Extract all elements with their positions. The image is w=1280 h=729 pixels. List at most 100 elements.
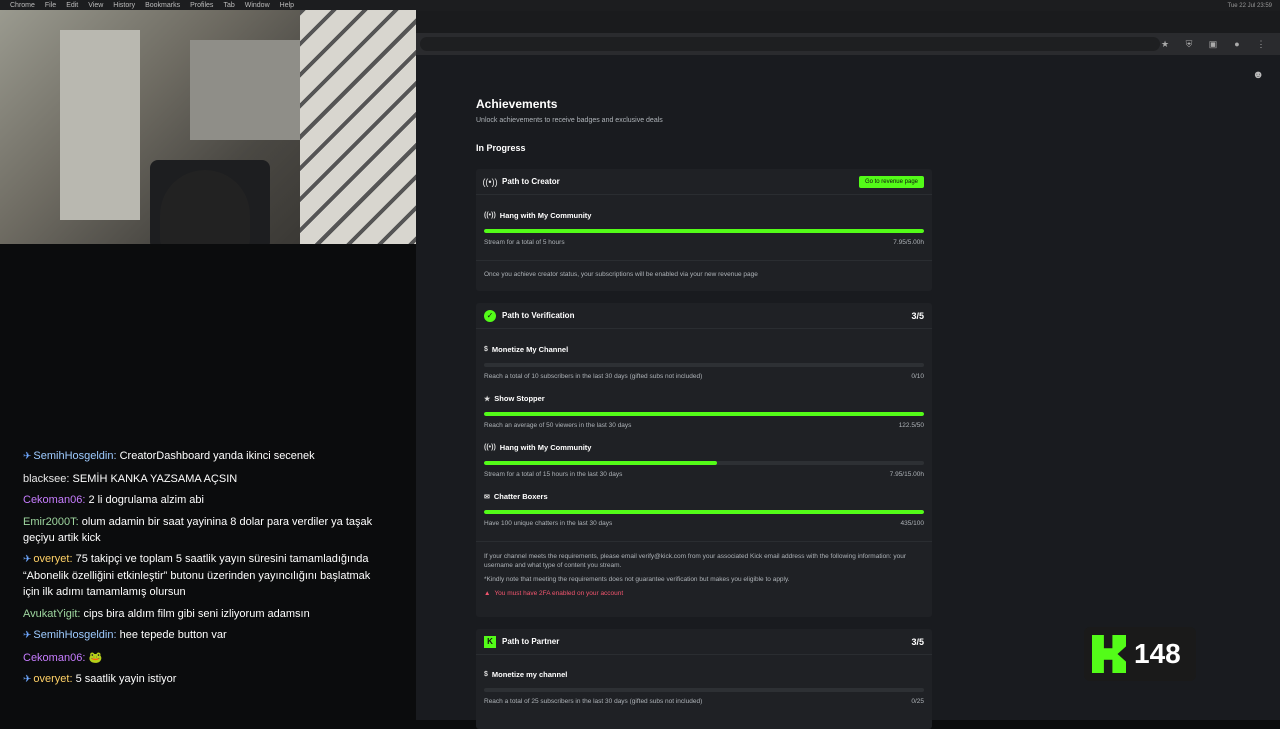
chat-text: 2 li dogrulama alzim abi	[88, 494, 204, 506]
page-subtitle: Unlock achievements to receive badges an…	[476, 117, 663, 124]
card-header: ✓ Path to Verification 3/5	[476, 303, 932, 329]
progress-bar	[484, 510, 924, 514]
viewer-count: 148	[1134, 638, 1181, 669]
star-icon: ★	[484, 395, 491, 403]
verification-disclaimer: *Kindly note that meeting the requiremen…	[484, 576, 790, 583]
chat-username: blacksee:	[23, 472, 70, 485]
chat-messages: ✈ SemihHosgeldin: CreatorDashboard yanda …	[23, 448, 373, 694]
chat-message: Cekoman06: 🐸	[23, 650, 373, 666]
progress-fill	[484, 510, 924, 514]
webcam-door	[60, 30, 140, 220]
shield-icon[interactable]: ⛨	[1184, 39, 1194, 50]
achievements-page: ☻ Achievements Unlock achievements to re…	[416, 55, 1280, 729]
chat-username: Cekoman06:	[23, 651, 86, 664]
webcam-wall	[190, 40, 300, 140]
chat-message: blacksee: SEMİH KANKA YAZSAMA AÇSIN	[23, 471, 373, 487]
progress-bar	[484, 461, 924, 465]
achievement-title: ((•)) Hang with My Community	[484, 211, 924, 220]
chat-username: Emir2000T:	[23, 515, 79, 528]
go-to-revenue-button[interactable]: Go to revenue page	[858, 175, 924, 188]
progress-fill	[484, 229, 924, 233]
achievement-title-text: Hang with My Community	[499, 443, 592, 452]
menubar-item[interactable]: Edit	[66, 2, 78, 9]
verification-notes: If your channel meets the requirements, …	[476, 541, 932, 597]
achievement-footer: Stream for a total of 5 hours 7.95/5.00h	[484, 239, 924, 246]
achievement-title-text: Monetize My Channel	[491, 345, 569, 354]
achievement-desc: Stream for a total of 5 hours	[484, 239, 565, 246]
address-bar[interactable]	[420, 37, 1160, 51]
achievement-title: ★ Show Stopper	[484, 394, 924, 403]
page-title: Achievements	[476, 97, 558, 111]
achievement-title: ((•)) Hang with My Community	[484, 443, 924, 452]
card-header: ((•)) Path to Creator Go to revenue page	[476, 169, 932, 195]
card-title: Path to Partner	[502, 637, 560, 646]
menubar-item[interactable]: Help	[280, 2, 294, 9]
chat-text: 5 saatlik yayin istiyor	[75, 673, 177, 685]
chat-username: SemihHosgeldin:	[33, 450, 117, 462]
achievement-value: 7.95/15.00h	[889, 471, 924, 478]
achievement-footer: Have 100 unique chatters in the last 30 …	[484, 520, 924, 527]
menubar-item[interactable]: Window	[245, 2, 270, 9]
achievement-desc: Reach an average of 50 viewers in the la…	[484, 422, 632, 429]
viewer-count-badge: 148	[1084, 627, 1196, 681]
extension-icon[interactable]: ▣	[1208, 39, 1218, 50]
path-to-creator-card: ((•)) Path to Creator Go to revenue page…	[476, 169, 932, 291]
progress-fill	[484, 461, 718, 465]
kick-logo-icon: K	[484, 635, 496, 648]
broadcast-icon: ((•))	[484, 212, 496, 219]
chat-username: overyet:	[33, 673, 73, 685]
menubar-status: Tue 22 Jul 23:59	[1228, 3, 1280, 9]
user-avatar-icon[interactable]: ☻	[1252, 69, 1264, 81]
achievement-item: ((•)) Hang with My Community Stream for …	[476, 443, 932, 478]
chat-username: Cekoman06:	[23, 494, 86, 506]
achievement-item: $ Monetize my channel Reach a total of 2…	[476, 670, 932, 705]
money-icon: $	[484, 671, 488, 678]
achievement-title: $ Monetize My Channel	[484, 345, 924, 354]
progress-bar	[484, 363, 924, 367]
achievement-item: $ Monetize My Channel Reach a total of 1…	[476, 345, 932, 380]
bookmark-star-icon[interactable]: ★	[1160, 39, 1170, 50]
card-title: Path to Verification	[502, 311, 575, 320]
progress-bar	[484, 412, 924, 416]
chat-message: ✈ SemihHosgeldin: hee tepede button var	[23, 627, 373, 644]
chat-bubble-icon: ✉	[484, 493, 490, 501]
money-icon: $	[484, 346, 488, 353]
achievement-footer: Reach a total of 25 subscribers in the l…	[484, 698, 924, 705]
chat-text: 75 takipçi ve toplam 5 saatlik yayın sür…	[23, 553, 371, 598]
chat-text: SEMİH KANKA YAZSAMA AÇSIN	[72, 472, 238, 485]
chat-message: Emir2000T: olum adamin bir saat yayinina…	[23, 514, 373, 546]
achievement-footer: Reach a total of 10 subscribers in the l…	[484, 373, 924, 380]
clock: Tue 22 Jul 23:59	[1227, 2, 1272, 9]
chat-username: overyet:	[33, 553, 73, 565]
pin-icon: ✈	[23, 674, 32, 685]
achievement-title-text: Hang with My Community	[499, 211, 592, 220]
chat-message: AvukatYigit: cips bira aldım film gibi s…	[23, 606, 373, 622]
menubar-item[interactable]: Tab	[223, 2, 234, 9]
chat-username: SemihHosgeldin:	[33, 629, 117, 641]
creator-note: Once you achieve creator status, your su…	[484, 271, 758, 278]
achievement-item: ((•)) Hang with My Community Stream for …	[476, 211, 932, 246]
menubar-item[interactable]: Bookmarks	[145, 2, 180, 9]
menubar-item[interactable]: View	[88, 2, 103, 9]
chat-message: ✈ overyet: 5 saatlik yayin istiyor	[23, 671, 373, 688]
warning-text: You must have 2FA enabled on your accoun…	[494, 590, 624, 597]
menubar-item[interactable]: Profiles	[190, 2, 213, 9]
menubar-item[interactable]: Chrome	[10, 2, 35, 9]
profile-icon[interactable]: ●	[1232, 39, 1242, 49]
card-title: Path to Creator	[502, 177, 560, 186]
achievement-title-text: Monetize my channel	[491, 670, 568, 679]
card-header: K Path to Partner 3/5	[476, 629, 932, 655]
verification-instructions: If your channel meets the requirements, …	[484, 553, 907, 569]
menu-icon[interactable]: ⋮	[1256, 39, 1266, 50]
menubar-item[interactable]: History	[113, 2, 135, 9]
progress-bar	[484, 688, 924, 692]
achievement-value: 7.95/5.00h	[893, 239, 924, 246]
achievement-title: $ Monetize my channel	[484, 670, 924, 679]
achievement-footer: Reach an average of 50 viewers in the la…	[484, 422, 924, 429]
path-to-partner-card: K Path to Partner 3/5 $ Monetize my chan…	[476, 629, 932, 729]
achievement-value: 435/100	[900, 520, 925, 527]
path-to-verification-card: ✓ Path to Verification 3/5 $ Monetize My…	[476, 303, 932, 617]
achievement-footer: Stream for a total of 15 hours in the la…	[484, 471, 924, 478]
menubar-item[interactable]: File	[45, 2, 56, 9]
pin-icon: ✈	[23, 630, 32, 641]
